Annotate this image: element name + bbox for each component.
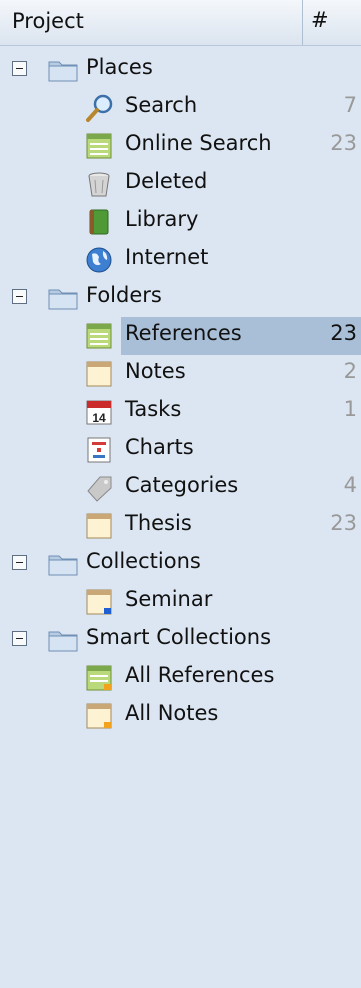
- tree-item-categories[interactable]: Categories 4: [0, 469, 361, 507]
- tree-item-deleted[interactable]: Deleted: [0, 165, 361, 203]
- group-places[interactable]: Places: [0, 51, 361, 89]
- item-label: References: [125, 321, 242, 345]
- item-label: Online Search: [125, 131, 272, 155]
- references-icon: [86, 323, 112, 349]
- tree-item-all-references[interactable]: All References: [0, 659, 361, 697]
- item-label: Seminar: [125, 587, 213, 611]
- calendar-day: 14: [92, 411, 106, 425]
- tree-item-all-notes[interactable]: All Notes: [0, 697, 361, 735]
- notes-icon: [86, 361, 112, 387]
- group-folders[interactable]: Folders: [0, 279, 361, 317]
- collapse-toggle-icon[interactable]: [12, 289, 27, 304]
- tree-item-thesis[interactable]: Thesis 23: [0, 507, 361, 545]
- item-label: Deleted: [125, 169, 208, 193]
- panel-empty-area: [0, 960, 361, 988]
- tree-item-online-search[interactable]: Online Search 23: [0, 127, 361, 165]
- project-column-header[interactable]: Project: [12, 9, 84, 33]
- smart-notes-icon: [86, 703, 112, 729]
- tree-item-internet[interactable]: Internet: [0, 241, 361, 279]
- chart-icon: [87, 437, 111, 463]
- group-label: Folders: [86, 283, 162, 307]
- smart-references-icon: [86, 665, 112, 691]
- item-label: Categories: [125, 473, 239, 497]
- tree-header: Project #: [0, 0, 361, 46]
- thesis-icon: [86, 513, 112, 539]
- tree-item-seminar[interactable]: Seminar: [0, 583, 361, 621]
- item-count: 23: [330, 321, 357, 345]
- group-collections[interactable]: Collections: [0, 545, 361, 583]
- item-label: Thesis: [125, 511, 192, 535]
- item-label: Charts: [125, 435, 194, 459]
- item-count: 2: [343, 359, 357, 383]
- item-count: 7: [343, 93, 357, 117]
- online-search-icon: [86, 133, 112, 159]
- project-tree-panel: Project # Places Search 7 Online Search …: [0, 0, 361, 988]
- tree-item-library[interactable]: Library: [0, 203, 361, 241]
- item-count: 4: [343, 473, 357, 497]
- folder-icon: [48, 61, 78, 82]
- item-label: Search: [125, 93, 198, 117]
- item-count: 23: [330, 511, 357, 535]
- library-icon: [89, 209, 109, 235]
- search-icon: [86, 94, 113, 122]
- calendar-icon: 14: [86, 400, 112, 425]
- item-label: All References: [125, 663, 275, 687]
- item-count: 23: [330, 131, 357, 155]
- group-label: Places: [86, 55, 153, 79]
- trash-icon: [88, 172, 110, 197]
- collapse-toggle-icon[interactable]: [12, 631, 27, 646]
- item-label: Notes: [125, 359, 186, 383]
- item-label: Internet: [125, 245, 209, 269]
- tree-item-search[interactable]: Search 7: [0, 89, 361, 127]
- tag-icon: [87, 476, 112, 502]
- group-label: Smart Collections: [86, 625, 272, 649]
- tree-item-tasks[interactable]: 14 Tasks 1: [0, 393, 361, 431]
- collapse-toggle-icon[interactable]: [12, 555, 27, 570]
- count-column-header[interactable]: #: [311, 8, 329, 32]
- tree-item-references[interactable]: References 23: [0, 317, 361, 355]
- tree-item-charts[interactable]: Charts: [0, 431, 361, 469]
- collection-icon: [86, 589, 112, 615]
- folder-icon: [48, 289, 78, 310]
- column-divider[interactable]: [302, 0, 303, 45]
- group-smart-collections[interactable]: Smart Collections: [0, 621, 361, 659]
- folder-icon: [48, 555, 78, 576]
- item-label: Library: [125, 207, 199, 231]
- item-count: 1: [343, 397, 357, 421]
- item-label: All Notes: [125, 701, 219, 725]
- group-label: Collections: [86, 549, 201, 573]
- globe-icon: [86, 247, 112, 273]
- item-label: Tasks: [125, 397, 182, 421]
- folder-icon: [48, 631, 78, 652]
- collapse-toggle-icon[interactable]: [12, 61, 27, 76]
- tree-item-notes[interactable]: Notes 2: [0, 355, 361, 393]
